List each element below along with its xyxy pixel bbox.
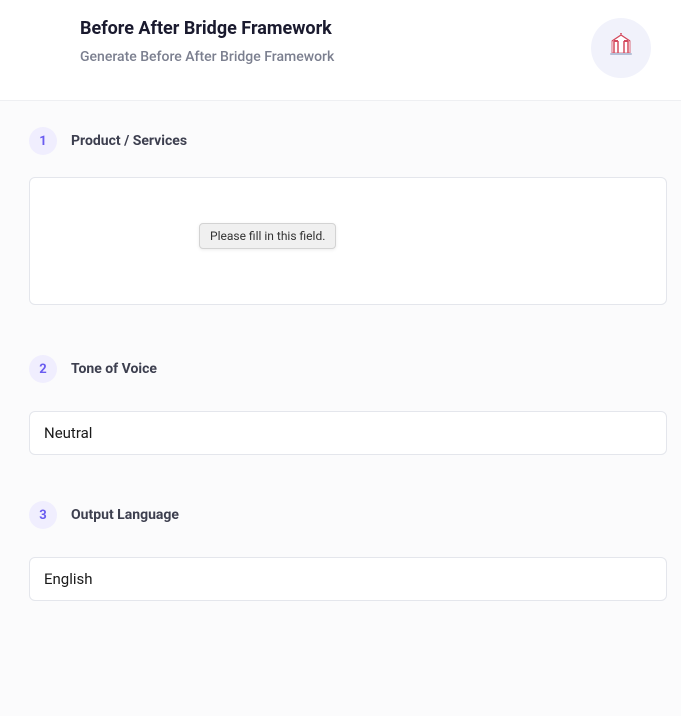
product-textarea[interactable]: [29, 177, 667, 305]
section-tone: 2 Tone of Voice: [29, 355, 667, 455]
textarea-wrapper: Please fill in this field.: [29, 177, 667, 309]
tone-input[interactable]: [29, 411, 667, 455]
step-number-3: 3: [29, 501, 57, 529]
section-language: 3 Output Language: [29, 501, 667, 601]
header-text-block: Before After Bridge Framework Generate B…: [80, 18, 334, 65]
step-number-1: 1: [29, 127, 57, 155]
section-product: 1 Product / Services Please fill in this…: [29, 127, 667, 309]
section-header-product: 1 Product / Services: [29, 127, 667, 155]
page-header: Before After Bridge Framework Generate B…: [0, 0, 681, 101]
step-number-2: 2: [29, 355, 57, 383]
validation-tooltip: Please fill in this field.: [199, 223, 336, 249]
section-header-tone: 2 Tone of Voice: [29, 355, 667, 383]
language-input[interactable]: [29, 557, 667, 601]
step-label-language: Output Language: [71, 507, 179, 523]
header-icon-container: [591, 18, 651, 78]
section-header-language: 3 Output Language: [29, 501, 667, 529]
carousel-tent-icon: [608, 33, 634, 63]
form-content: 1 Product / Services Please fill in this…: [0, 101, 681, 601]
step-label-product: Product / Services: [71, 133, 187, 149]
page-title: Before After Bridge Framework: [80, 18, 334, 39]
page-subtitle: Generate Before After Bridge Framework: [80, 49, 334, 65]
step-label-tone: Tone of Voice: [71, 361, 157, 377]
